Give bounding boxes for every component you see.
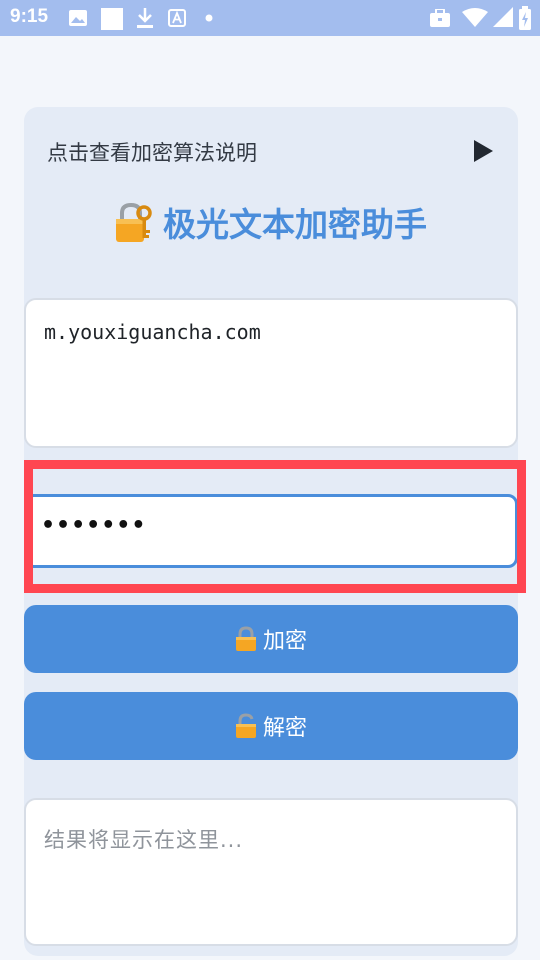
briefcase-icon bbox=[430, 9, 450, 27]
plaintext-input[interactable]: m.youxiguancha.com bbox=[24, 298, 518, 448]
result-placeholder: 结果将显示在这里... bbox=[44, 828, 244, 852]
app-title: 极光文本加密助手 bbox=[0, 198, 540, 250]
lock-icon bbox=[235, 626, 256, 651]
lock-key-icon bbox=[116, 202, 152, 242]
status-bar: 9:15 bbox=[0, 0, 540, 36]
image-icon bbox=[69, 10, 87, 26]
page-title: 极光文本加密助手 bbox=[163, 205, 427, 244]
decrypt-button[interactable]: 解密 bbox=[24, 692, 518, 760]
unlock-icon bbox=[235, 713, 256, 738]
signal-icon bbox=[493, 7, 513, 27]
wifi-icon bbox=[462, 8, 488, 27]
algorithm-info-toggle[interactable]: 点击查看加密算法说明 bbox=[47, 135, 497, 169]
square-icon bbox=[101, 8, 123, 30]
password-value: ••••••• bbox=[41, 513, 147, 538]
font-icon bbox=[168, 9, 186, 27]
battery-icon bbox=[519, 6, 531, 30]
dot-icon bbox=[205, 14, 213, 22]
status-time: 9:15 bbox=[10, 6, 49, 27]
algorithm-info-label: 点击查看加密算法说明 bbox=[47, 141, 257, 165]
plaintext-value: m.youxiguancha.com bbox=[44, 320, 261, 344]
encrypt-label: 加密 bbox=[262, 629, 307, 654]
decrypt-label: 解密 bbox=[262, 716, 307, 741]
result-output[interactable]: 结果将显示在这里... bbox=[24, 798, 518, 946]
password-input[interactable]: ••••••• bbox=[24, 494, 518, 568]
play-icon bbox=[474, 140, 493, 162]
download-icon bbox=[137, 8, 153, 28]
encrypt-button[interactable]: 加密 bbox=[24, 605, 518, 673]
